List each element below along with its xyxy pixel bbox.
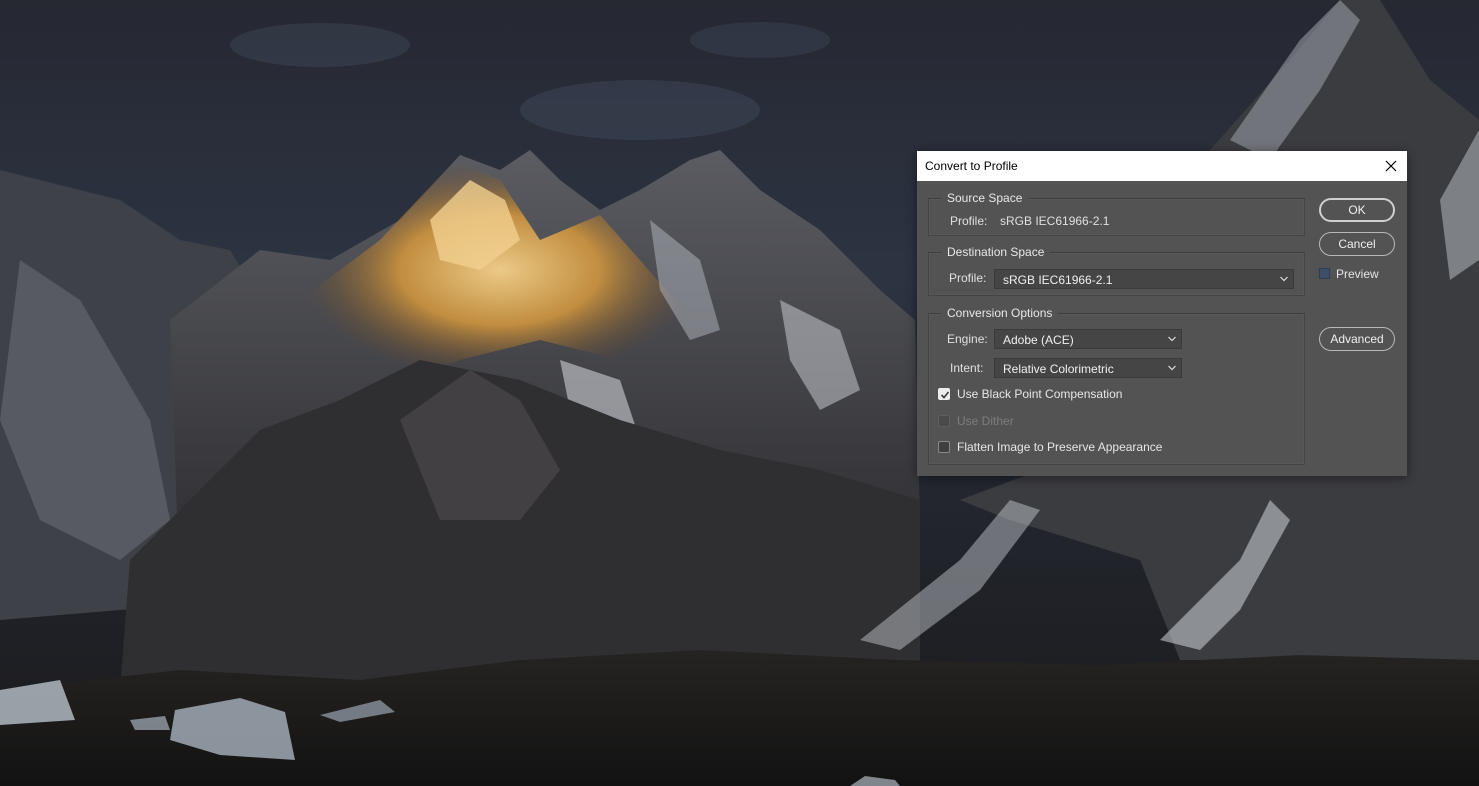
- intent-label: Intent:: [950, 361, 984, 375]
- checkmark-icon: [940, 391, 950, 399]
- convert-to-profile-dialog: Convert to Profile Source Space Profile:…: [917, 151, 1407, 476]
- conversion-options-group: Conversion Options Engine: Adobe (ACE) I…: [928, 306, 1305, 465]
- destination-space-legend: Destination Space: [941, 245, 1051, 259]
- black-point-checkbox[interactable]: [938, 388, 950, 400]
- chevron-down-icon: [1168, 336, 1176, 342]
- black-point-label: Use Black Point Compensation: [957, 387, 1123, 401]
- close-icon: [1385, 160, 1397, 172]
- dialog-title: Convert to Profile: [925, 159, 1018, 173]
- destination-space-group: Destination Space Profile: sRGB IEC61966…: [928, 245, 1305, 296]
- dialog-titlebar[interactable]: Convert to Profile: [917, 151, 1407, 181]
- destination-profile-select[interactable]: sRGB IEC61966-2.1: [994, 269, 1294, 289]
- dither-label: Use Dither: [957, 414, 1014, 428]
- cancel-button[interactable]: Cancel: [1319, 232, 1395, 256]
- engine-label: Engine:: [947, 332, 988, 346]
- engine-select[interactable]: Adobe (ACE): [994, 329, 1182, 349]
- preview-label[interactable]: Preview: [1336, 267, 1379, 281]
- use-dither-option: Use Dither: [938, 414, 1138, 430]
- engine-value: Adobe (ACE): [1003, 333, 1074, 347]
- conversion-options-legend: Conversion Options: [941, 306, 1059, 320]
- preview-checkbox[interactable]: [1319, 268, 1330, 279]
- flatten-image-option[interactable]: Flatten Image to Preserve Appearance: [938, 440, 1218, 456]
- source-space-legend: Source Space: [941, 191, 1029, 205]
- dither-checkbox: [938, 415, 950, 427]
- flatten-label: Flatten Image to Preserve Appearance: [957, 440, 1163, 454]
- intent-value: Relative Colorimetric: [1003, 362, 1114, 376]
- intent-select[interactable]: Relative Colorimetric: [994, 358, 1182, 378]
- flatten-checkbox[interactable]: [938, 441, 950, 453]
- close-button[interactable]: [1375, 151, 1407, 181]
- ok-button[interactable]: OK: [1319, 198, 1395, 222]
- destination-profile-value: sRGB IEC61966-2.1: [1003, 273, 1113, 287]
- black-point-compensation-option[interactable]: Use Black Point Compensation: [938, 387, 1198, 403]
- advanced-button[interactable]: Advanced: [1319, 327, 1395, 351]
- chevron-down-icon: [1280, 276, 1288, 282]
- source-profile-label: Profile:: [950, 214, 988, 228]
- source-profile-value: sRGB IEC61966-2.1: [1000, 214, 1110, 228]
- destination-profile-label: Profile:: [949, 271, 987, 285]
- source-space-group: Source Space Profile: sRGB IEC61966-2.1: [928, 191, 1305, 236]
- chevron-down-icon: [1168, 365, 1176, 371]
